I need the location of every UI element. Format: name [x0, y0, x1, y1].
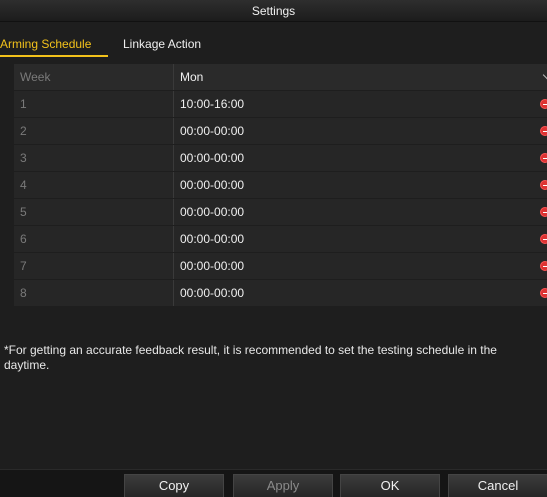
delete-icon[interactable] — [540, 180, 547, 190]
delete-icon[interactable] — [540, 261, 547, 271]
period-index: 1 — [14, 91, 174, 117]
schedule-table: Week Mon 1 10:00-16:00 2 00:00-00:00 3 0… — [14, 64, 547, 307]
period-index: 4 — [14, 172, 174, 198]
tab-arming-schedule[interactable]: Arming Schedule — [0, 34, 108, 58]
delete-icon[interactable] — [540, 207, 547, 217]
delete-icon[interactable] — [540, 288, 547, 298]
delete-icon[interactable] — [540, 126, 547, 136]
period-index: 8 — [14, 280, 174, 306]
period-index: 7 — [14, 253, 174, 279]
period-index: 5 — [14, 199, 174, 225]
period-time-field[interactable]: 00:00-00:00 — [180, 172, 244, 198]
period-time-field[interactable]: 00:00-00:00 — [180, 226, 244, 252]
window-title: Settings — [0, 0, 547, 22]
period-time-field[interactable]: 00:00-00:00 — [180, 280, 244, 306]
table-row: 4 00:00-00:00 — [14, 172, 547, 198]
delete-icon[interactable] — [540, 234, 547, 244]
week-row: Week Mon — [14, 64, 547, 90]
period-time-field[interactable]: 00:00-00:00 — [180, 199, 244, 225]
cancel-button[interactable]: Cancel — [448, 474, 547, 497]
period-time-field[interactable]: 00:00-00:00 — [180, 145, 244, 171]
schedule-note: *For getting an accurate feedback result… — [4, 343, 497, 372]
delete-icon[interactable] — [540, 99, 547, 109]
period-index: 3 — [14, 145, 174, 171]
week-label: Week — [14, 64, 174, 90]
period-index: 2 — [14, 118, 174, 144]
period-time-field[interactable]: 10:00-16:00 — [180, 91, 244, 117]
tab-linkage-action[interactable]: Linkage Action — [123, 34, 233, 58]
table-row: 7 00:00-00:00 — [14, 253, 547, 279]
ok-button[interactable]: OK — [340, 474, 440, 497]
table-row: 1 10:00-16:00 — [14, 91, 547, 117]
table-row: 6 00:00-00:00 — [14, 226, 547, 252]
copy-button[interactable]: Copy — [124, 474, 224, 497]
table-row: 2 00:00-00:00 — [14, 118, 547, 144]
period-index: 6 — [14, 226, 174, 252]
table-row: 5 00:00-00:00 — [14, 199, 547, 225]
chevron-down-icon[interactable] — [542, 70, 547, 80]
week-select[interactable]: Mon — [180, 64, 203, 90]
period-time-field[interactable]: 00:00-00:00 — [180, 253, 244, 279]
table-row: 3 00:00-00:00 — [14, 145, 547, 171]
apply-button[interactable]: Apply — [233, 474, 333, 497]
delete-icon[interactable] — [540, 153, 547, 163]
tab-bar: Arming Schedule Linkage Action — [0, 34, 547, 58]
footer-bar: Copy Apply OK Cancel — [0, 469, 547, 497]
table-row: 8 00:00-00:00 — [14, 280, 547, 306]
period-time-field[interactable]: 00:00-00:00 — [180, 118, 244, 144]
